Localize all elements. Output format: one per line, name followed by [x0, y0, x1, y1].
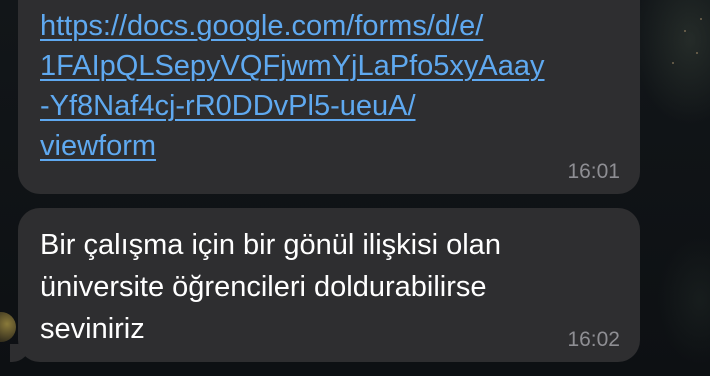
message-bubble-link[interactable]: https://docs.google.com/forms/d/e/ 1FAIp… [18, 0, 640, 194]
link-line[interactable]: 1FAIpQLSepyVQFjwmYjLaPfo5xyAaay [40, 46, 600, 86]
link-line[interactable]: https://docs.google.com/forms/d/e/ [40, 6, 600, 46]
link-line[interactable]: -Yf8Naf4cj-rR0DDvPl5-ueuA/ [40, 86, 600, 126]
background-speck [700, 18, 702, 20]
message-text: Bir çalışma için bir gönül ilişkisi olan… [40, 224, 600, 350]
message-bubble-text[interactable]: Bir çalışma için bir gönül ilişkisi olan… [18, 208, 640, 362]
background-speck [672, 62, 674, 64]
message-timestamp: 16:02 [567, 328, 620, 351]
background-speck [684, 30, 686, 32]
link-line[interactable]: viewform [40, 126, 600, 166]
message-line: seviniriz [40, 313, 145, 345]
message-timestamp: 16:01 [567, 160, 620, 183]
message-line: üniversite öğrencileri doldurabilirse [40, 271, 487, 303]
message-line: Bir çalışma için bir gönül ilişkisi olan [40, 229, 501, 261]
form-link[interactable]: https://docs.google.com/forms/d/e/ 1FAIp… [40, 6, 600, 166]
background-speck [696, 52, 698, 54]
